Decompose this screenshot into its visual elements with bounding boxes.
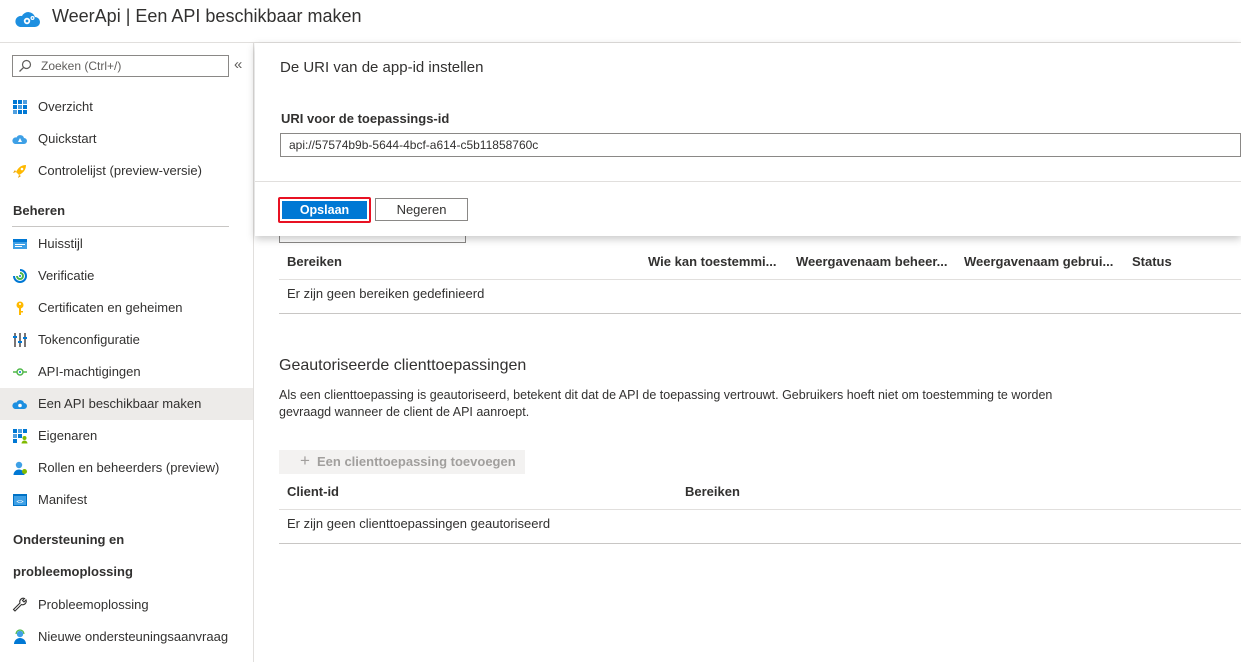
rocket-icon (13, 165, 26, 178)
page-header: WeerApi | Een API beschikbaar maken (0, 0, 1241, 43)
sidebar-item-certificaten[interactable]: Certificaten en geheimen (0, 292, 253, 324)
scopes-empty-text: Er zijn geen bereiken gedefinieerd (287, 286, 485, 301)
sidebar-item-label: Eigenaren (38, 428, 98, 443)
table-divider (279, 313, 1241, 314)
sidebar-item-label: Probleemoplossing (38, 597, 149, 612)
token-bars-icon (13, 333, 27, 347)
sidebar-item-tokenconfiguratie[interactable]: Tokenconfiguratie (0, 324, 253, 356)
scopes-header-weergavenaam-gebruiker[interactable]: Weergavenaam gebrui... (964, 254, 1113, 269)
clients-header-client-id[interactable]: Client-id (287, 484, 339, 499)
sidebar: « Overzicht Quickstart Controlelijst (pr… (0, 43, 254, 662)
sidebar-item-eigenaren[interactable]: Eigenaren (0, 420, 253, 452)
clients-description: Als een clienttoepassing is geautoriseer… (279, 388, 1053, 419)
svg-text:<>: <> (16, 499, 24, 506)
sidebar-item-huisstijl[interactable]: Huisstijl (0, 228, 253, 260)
plus-icon: + (300, 451, 310, 470)
sidebar-item-manifest[interactable]: <> Manifest (0, 484, 253, 516)
sidebar-item-label: Verificatie (38, 268, 95, 283)
scopes-header-weergavenaam-beheerder[interactable]: Weergavenaam beheer... (796, 254, 948, 269)
sidebar-item-overzicht[interactable]: Overzicht (0, 91, 253, 123)
sidebar-item-rollen-en-beheerders[interactable]: Rollen en beheerders (preview) (0, 452, 253, 484)
sidebar-item-quickstart[interactable]: Quickstart (0, 123, 253, 155)
sidebar-item-api-machtigingen[interactable]: API-machtigingen (0, 356, 253, 388)
app-id-uri-input[interactable] (280, 133, 1241, 157)
sidebar-search[interactable] (12, 55, 229, 77)
grid-icon (13, 100, 27, 114)
sidebar-item-nieuwe-ondersteuningsaanvraag[interactable]: Nieuwe ondersteuningsaanvraag (0, 621, 253, 653)
sidebar-item-label: Overzicht (38, 99, 93, 114)
section-heading-ondersteuning: Ondersteuning en (13, 532, 125, 547)
dialog-title: De URI van de app-id instellen (280, 59, 484, 76)
add-client-application-button[interactable]: + Een clienttoepassing toevoegen (279, 450, 525, 474)
sidebar-item-verificatie[interactable]: Verificatie (0, 260, 253, 292)
set-app-id-uri-dialog: De URI van de app-id instellen URI voor … (255, 43, 1241, 236)
key-icon (16, 301, 24, 315)
sidebar-item-label: Rollen en beheerders (preview) (38, 460, 220, 475)
scopes-header-bereiken[interactable]: Bereiken (287, 254, 342, 269)
manifest-icon: <> (13, 494, 27, 506)
page-title: WeerApi | Een API beschikbaar maken (52, 6, 362, 26)
authentication-icon (13, 269, 27, 283)
cloud-app-icon (15, 12, 40, 27)
sidebar-item-label: Nieuwe ondersteuningsaanvraag (38, 629, 229, 644)
cloud-app-icon (12, 400, 27, 409)
cancel-button[interactable]: Negeren (375, 198, 468, 221)
sidebar-item-label: Tokenconfiguratie (38, 332, 140, 347)
sidebar-item-label: Huisstijl (38, 236, 83, 251)
sidebar-item-probleemoplossing[interactable]: Probleemoplossing (0, 589, 253, 621)
clients-header-bereiken[interactable]: Bereiken (685, 484, 740, 499)
section-divider (12, 226, 229, 227)
table-divider (279, 279, 1241, 280)
search-input[interactable] (41, 57, 223, 75)
scopes-header-toestemming[interactable]: Wie kan toestemmi... (648, 254, 776, 269)
support-user-icon (14, 629, 26, 644)
sidebar-item-label: Quickstart (38, 131, 97, 146)
save-button-label: Opslaan (282, 201, 367, 219)
roles-user-icon (13, 461, 27, 475)
search-icon (19, 59, 32, 72)
sidebar-item-label: Manifest (38, 492, 88, 507)
clients-section-title: Geautoriseerde clienttoepassingen (279, 357, 527, 374)
dialog-divider (255, 181, 1241, 182)
sidebar-item-label: API-machtigingen (38, 364, 141, 379)
add-client-label: Een clienttoepassing toevoegen (317, 454, 516, 469)
branding-icon (13, 239, 27, 249)
clients-empty-text: Er zijn geen clienttoepassingen geautori… (287, 516, 551, 531)
sidebar-item-controlelijst[interactable]: Controlelijst (preview-versie) (0, 155, 253, 187)
section-heading-beheren: Beheren (13, 203, 66, 218)
sidebar-item-label: Certificaten en geheimen (38, 300, 183, 315)
api-permissions-icon (13, 368, 27, 376)
section-heading-probleemoplossing: probleemoplossing (13, 564, 133, 579)
sidebar-item-een-api-beschikbaar-maken[interactable]: Een API beschikbaar maken (0, 388, 253, 420)
collapse-sidebar-icon[interactable]: « (234, 56, 242, 73)
sidebar-item-label: Een API beschikbaar maken (38, 396, 202, 411)
owners-grid-icon (13, 429, 28, 444)
cloud-quickstart-icon (12, 135, 27, 144)
table-divider (279, 543, 1241, 544)
save-button[interactable]: Opslaan (278, 197, 371, 223)
sidebar-item-label: Controlelijst (preview-versie) (38, 163, 202, 178)
table-divider (279, 509, 1241, 510)
wrench-icon (12, 597, 27, 612)
app-id-uri-label: URI voor de toepassings-id (281, 111, 450, 126)
scopes-header-status[interactable]: Status (1132, 254, 1172, 269)
